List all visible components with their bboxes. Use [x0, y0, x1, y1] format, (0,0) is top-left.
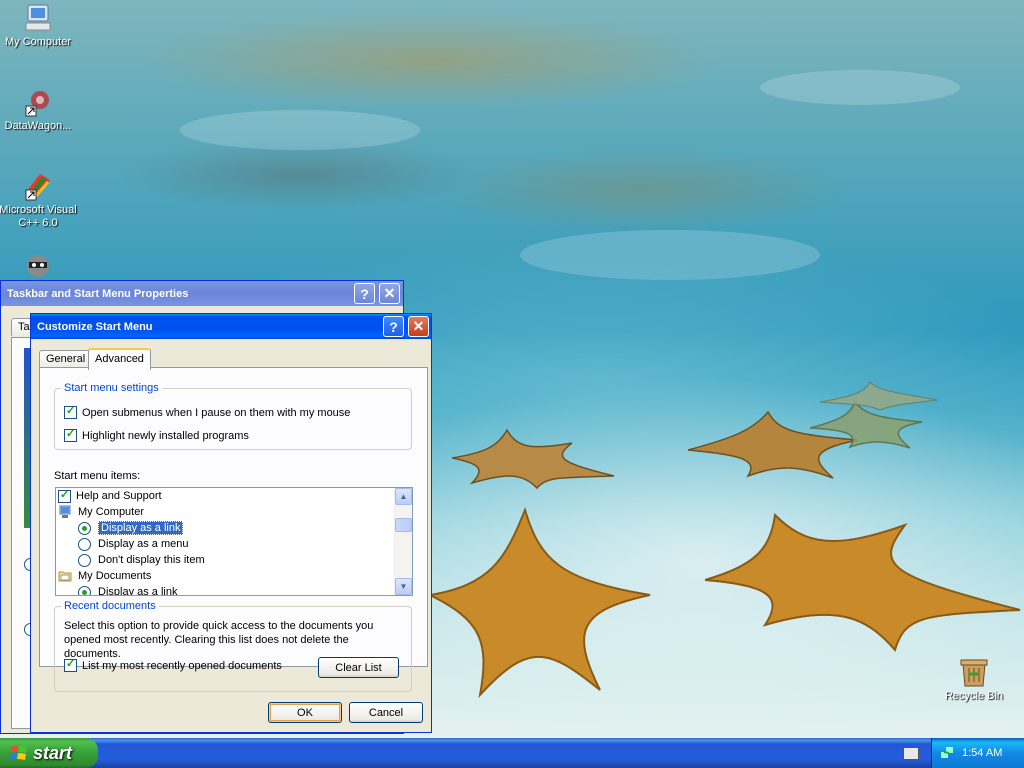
tab-general[interactable]: General [39, 350, 93, 368]
checkbox[interactable]: ✓ [64, 658, 77, 672]
list-item-label: Don't display this item [98, 554, 205, 566]
list-item[interactable]: ✓ Help and Support [58, 488, 162, 504]
desktop-icon-label: Microsoft Visual C++ 6.0 [0, 204, 77, 229]
start-menu-settings-group: Start menu settings ✓ Open submenus when… [54, 382, 412, 450]
desktop-icon-visual-cpp[interactable]: Microsoft Visual C++ 6.0 [0, 170, 78, 230]
titlebar[interactable]: Customize Start Menu ? ✕ [31, 314, 431, 339]
checkmark-icon: ✓ [66, 428, 76, 440]
recycle-bin-icon [958, 656, 990, 688]
close-button[interactable]: ✕ [408, 316, 429, 337]
start-menu-items-label: Start menu items: [54, 470, 141, 482]
checkbox-label: List my most recently opened documents [82, 659, 282, 672]
starfish-image [820, 381, 939, 411]
radio-button[interactable] [78, 521, 91, 535]
titlebar[interactable]: Taskbar and Start Menu Properties ? ✕ [1, 281, 403, 306]
group-legend: Recent documents [61, 600, 159, 612]
checkmark-icon: ✓ [60, 488, 70, 501]
checkbox-label: Highlight newly installed programs [82, 429, 249, 442]
vertical-scrollbar[interactable]: ▲ ▼ [394, 488, 412, 595]
windows-logo-icon [10, 744, 28, 762]
checkmark-icon: ✓ [66, 405, 76, 417]
list-item-label: My Documents [78, 570, 152, 582]
desktop-icon-label: DataWagon... [4, 120, 72, 132]
network-icon[interactable] [940, 746, 954, 760]
radio-dot [82, 589, 87, 595]
list-item-label: Help and Support [76, 490, 162, 502]
list-item[interactable]: My Computer [58, 504, 144, 520]
list-recent-documents-checkbox[interactable]: ✓ List my most recently opened documents [64, 658, 282, 672]
ok-button[interactable]: OK [268, 702, 342, 723]
computer-icon [22, 2, 54, 34]
raccoon-icon [22, 250, 54, 282]
checkbox[interactable]: ✓ [64, 405, 77, 419]
open-submenus-checkbox[interactable]: ✓ Open submenus when I pause on them wit… [64, 405, 351, 419]
checkbox[interactable]: ✓ [58, 488, 71, 503]
radio-dot [82, 525, 87, 531]
start-button[interactable]: start [0, 738, 98, 768]
window-title: Taskbar and Start Menu Properties [7, 287, 189, 300]
desktop-icon-raccoon[interactable] [0, 250, 78, 284]
computer-icon [58, 505, 72, 519]
clock[interactable]: 1:54 AM [962, 747, 1002, 759]
taskbar: start 1:54 AM [0, 738, 1024, 768]
checkbox[interactable]: ✓ [64, 428, 77, 442]
list-item[interactable]: Don't display this item [78, 552, 205, 568]
checkbox-label: Open submenus when I pause on them with … [82, 406, 351, 419]
desktop-icon-datawagon[interactable]: DataWagon... [0, 86, 78, 133]
start-menu-items-list[interactable]: ✓ Help and Support My Computer Display a… [55, 487, 413, 596]
scroll-up-button[interactable]: ▲ [395, 488, 412, 505]
radio-button[interactable] [78, 553, 91, 567]
system-tray: 1:54 AM [931, 738, 1024, 768]
folder-icon [58, 569, 72, 583]
help-button[interactable]: ? [354, 283, 375, 304]
cancel-button[interactable]: Cancel [349, 702, 423, 723]
visual-cpp-icon [22, 170, 54, 202]
advanced-tab-page: Start menu settings ✓ Open submenus when… [39, 367, 428, 692]
group-legend: Start menu settings [61, 382, 162, 394]
scroll-down-button[interactable]: ▼ [395, 578, 412, 595]
starfish-image [452, 428, 615, 490]
list-item-label: Display as a link [98, 521, 184, 535]
scroll-thumb[interactable] [395, 518, 412, 532]
highlight-programs-checkbox[interactable]: ✓ Highlight newly installed programs [64, 428, 249, 442]
recent-documents-group: Recent documents Select this option to p… [54, 600, 412, 692]
recent-documents-description: Select this option to provide quick acce… [64, 620, 374, 660]
dialog-title: Customize Start Menu [37, 320, 153, 333]
customize-start-menu-dialog: Customize Start Menu ? ✕ General Advance… [30, 313, 432, 733]
checkmark-icon: ✓ [66, 658, 76, 670]
close-button[interactable]: ✕ [379, 283, 400, 304]
starfish-image [430, 506, 651, 699]
start-label: start [33, 742, 73, 763]
list-item[interactable]: Display as a menu [78, 536, 189, 552]
keyboard-icon[interactable] [903, 747, 919, 760]
list-item-label: My Computer [78, 506, 145, 518]
radio-button[interactable] [78, 537, 91, 551]
radio-button[interactable] [78, 585, 91, 595]
tab-advanced[interactable]: Advanced [88, 348, 151, 370]
list-item-label: Display as a link [98, 586, 178, 596]
desktop-icon-label: Recycle Bin [944, 690, 1004, 702]
list-item[interactable]: Display as a link [78, 584, 178, 596]
list-item-label: Display as a menu [98, 538, 189, 550]
datawagon-icon [22, 86, 54, 118]
starfish-image [705, 512, 1021, 653]
list-item[interactable]: My Documents [58, 568, 151, 584]
help-button[interactable]: ? [383, 316, 404, 337]
desktop-icon-label: My Computer [4, 36, 72, 48]
list-item[interactable]: Display as a link [78, 520, 184, 536]
clear-list-button[interactable]: Clear List [318, 657, 399, 678]
desktop-icon-recycle-bin[interactable]: Recycle Bin [934, 656, 1014, 703]
desktop-icon-my-computer[interactable]: My Computer [0, 2, 78, 49]
